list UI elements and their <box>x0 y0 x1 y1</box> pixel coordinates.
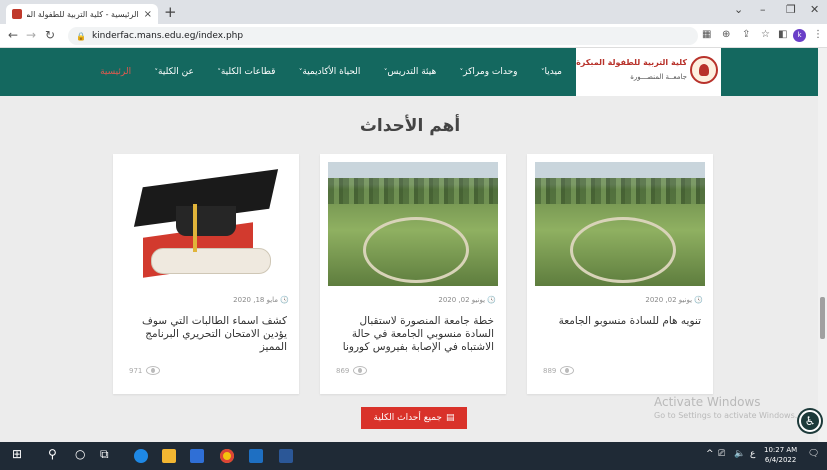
eye-icon <box>560 366 575 375</box>
diploma-graphic <box>151 248 271 274</box>
event-card[interactable]: 🕓 مايو 18, 2020 كشف اسماء الطالبات التي … <box>113 154 299 394</box>
event-title[interactable]: خطة جامعة المنصورة لاستقبال السادة منسوب… <box>334 315 494 354</box>
browser-tab[interactable]: الرئيسية - كلية التربية للطفولة المبكرة … <box>6 4 158 24</box>
menu-item-sectors[interactable]: قطاعات الكلية˅ <box>217 67 275 77</box>
event-title[interactable]: تنويه هام للسادة منسوبو الجامعة <box>541 315 701 328</box>
mail-icon[interactable] <box>249 449 263 463</box>
network-icon[interactable]: ⎚ <box>718 449 725 459</box>
reload-icon[interactable]: ↻ <box>45 28 55 42</box>
view-count: 971 <box>129 366 161 375</box>
accessibility-icon[interactable]: ♿ <box>799 410 821 432</box>
store-icon[interactable] <box>190 449 204 463</box>
bookmark-star-icon[interactable]: ☆ <box>761 29 770 40</box>
event-title[interactable]: كشف اسماء الطالبات التي سوف يؤدين الامتح… <box>127 315 287 354</box>
close-tab-icon[interactable]: × <box>144 9 152 20</box>
volume-icon[interactable]: 🔈 <box>734 449 745 459</box>
close-window-icon[interactable]: ✕ <box>810 3 819 16</box>
menu-item-units-centers[interactable]: وحدات ومراكز˅ <box>460 67 518 77</box>
all-events-button[interactable]: ▤ جميع أحداث الكلية <box>361 407 467 429</box>
maximize-icon[interactable]: ❐ <box>786 3 796 16</box>
taskbar-clock[interactable]: 10:27 AM 6/4/2022 <box>764 445 797 465</box>
url-input[interactable]: 🔒 kinderfac.mans.edu.eg/index.php <box>68 27 698 45</box>
clock-date: 6/4/2022 <box>764 456 797 464</box>
watermark-subtitle: Go to Settings to activate Windows. <box>654 411 798 420</box>
eye-icon <box>146 366 161 375</box>
scrollbar-thumb[interactable] <box>820 297 825 339</box>
menu-item-about[interactable]: عن الكلية˅ <box>155 67 194 77</box>
minimize-icon[interactable]: – <box>760 3 766 16</box>
site-favicon-icon <box>12 9 22 19</box>
share-icon[interactable]: ⇪ <box>742 29 750 40</box>
task-view-icon[interactable]: ⧉ <box>100 447 109 462</box>
side-panel-icon[interactable]: ◧ <box>778 29 787 40</box>
translate-icon[interactable]: ▦ <box>702 29 711 40</box>
language-icon[interactable]: ع <box>750 449 755 459</box>
event-image[interactable] <box>535 162 705 286</box>
event-date: 🕓 يونيو 02, 2020 <box>438 296 496 304</box>
tray-chevron-icon[interactable]: ^ <box>706 449 714 459</box>
event-image[interactable] <box>328 162 498 286</box>
menu-item-academic-life[interactable]: الحياة الأكاديمية˅ <box>299 67 361 77</box>
cortana-icon[interactable]: ○ <box>75 447 85 461</box>
zoom-icon[interactable]: ⊕ <box>722 29 730 40</box>
tab-search-icon[interactable]: ⌄ <box>734 3 743 16</box>
chrome-icon[interactable] <box>220 449 234 463</box>
event-date: 🕓 يونيو 02, 2020 <box>645 296 703 304</box>
view-count: 889 <box>543 366 575 375</box>
edge-icon[interactable] <box>134 449 148 463</box>
event-card[interactable]: 🕓 يونيو 02, 2020 خطة جامعة المنصورة لاست… <box>320 154 506 394</box>
section-title: أهم الأحداث <box>359 116 461 136</box>
site-brand[interactable]: كلية التربية للطفولة المبكرة جامعــة الم… <box>576 48 721 96</box>
event-image[interactable] <box>121 162 291 286</box>
menu-item-faculty-staff[interactable]: هيئة التدريس˅ <box>384 67 436 77</box>
lock-icon: 🔒 <box>76 31 86 41</box>
file-explorer-icon[interactable] <box>162 449 176 463</box>
view-count: 869 <box>336 366 368 375</box>
event-date: 🕓 مايو 18, 2020 <box>233 296 289 304</box>
menu-item-home[interactable]: الرئيسية <box>100 67 131 77</box>
browser-menu-icon[interactable]: ⋮ <box>813 29 823 40</box>
event-card[interactable]: 🕓 يونيو 02, 2020 تنويه هام للسادة منسوبو… <box>527 154 713 394</box>
brand-title: كلية التربية للطفولة المبكرة <box>576 58 687 67</box>
taskbar <box>0 442 827 470</box>
windows-start-icon[interactable]: ⊞ <box>12 447 22 461</box>
calendar-icon: ▤ <box>446 413 455 423</box>
clock-time: 10:27 AM <box>764 446 798 454</box>
menu-item-media[interactable]: ميديا˅ <box>541 67 562 77</box>
url-text: kinderfac.mans.edu.eg/index.php <box>91 31 244 41</box>
eye-icon <box>353 366 368 375</box>
all-events-label: جميع أحداث الكلية <box>373 413 443 423</box>
back-icon[interactable]: ← <box>8 28 18 42</box>
tassel-graphic <box>193 204 197 252</box>
profile-avatar[interactable]: k <box>793 29 806 42</box>
notifications-icon[interactable]: 🗨 <box>808 449 819 459</box>
new-tab-button[interactable]: + <box>164 3 177 21</box>
faculty-logo-icon <box>690 56 718 84</box>
activation-watermark: Activate Windows Go to Settings to activ… <box>654 395 797 420</box>
brand-subtitle: جامعــة المنصـــورة <box>630 73 687 81</box>
forward-icon[interactable]: → <box>26 28 36 42</box>
word-icon[interactable] <box>279 449 293 463</box>
page-scrollbar[interactable] <box>818 48 827 442</box>
tab-title: الرئيسية - كلية التربية للطفولة المبكرة <box>27 9 139 19</box>
search-icon[interactable]: ⚲ <box>48 447 57 461</box>
main-menu: الرئيسية عن الكلية˅ قطاعات الكلية˅ الحيا… <box>100 64 562 80</box>
cap-base-graphic <box>176 206 236 236</box>
watermark-title: Activate Windows <box>654 395 761 409</box>
